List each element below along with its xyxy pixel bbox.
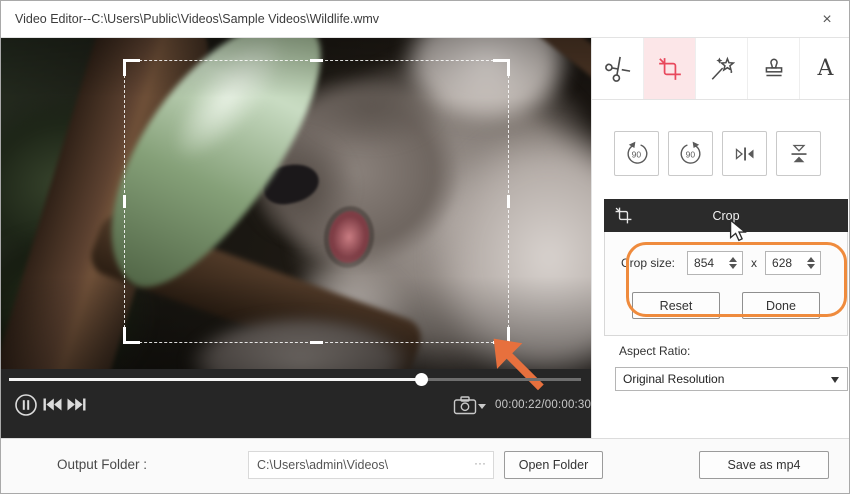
crop-header-icon <box>614 206 633 225</box>
spinner-down-icon[interactable] <box>807 264 815 269</box>
crop-size-row: Crop size: x <box>605 251 847 275</box>
seek-bar[interactable] <box>9 378 581 381</box>
crop-height-input[interactable] <box>772 252 806 274</box>
close-button[interactable]: × <box>815 8 839 32</box>
crop-handle-top-right[interactable] <box>493 59 510 76</box>
done-button[interactable]: Done <box>742 292 820 319</box>
stamp-icon <box>761 56 787 82</box>
flip-horizontal-button[interactable] <box>722 131 767 176</box>
snapshot-dropdown-caret-icon[interactable] <box>478 404 486 409</box>
title-bar: Video Editor--C:\Users\Public\Videos\Sam… <box>1 1 849 38</box>
rotate-right-90-icon: 90 <box>677 140 705 168</box>
crop-size-separator: x <box>751 256 757 270</box>
rotate-left-button[interactable]: 90 <box>614 131 659 176</box>
playback-time: 00:00:22/00:00:30 <box>495 399 591 411</box>
aspect-ratio-dropdown[interactable]: Original Resolution <box>615 367 848 391</box>
crop-handle-top[interactable] <box>310 59 323 62</box>
flip-horizontal-icon <box>732 141 758 167</box>
aspect-ratio-label: Aspect Ratio: <box>619 344 690 358</box>
spinner-down-icon[interactable] <box>729 264 737 269</box>
crop-width-spinner[interactable] <box>729 255 738 271</box>
footer-bar: Output Folder : ··· Open Folder Save as … <box>1 438 849 494</box>
flip-vertical-icon <box>786 141 812 167</box>
mouse-cursor-icon <box>728 219 750 243</box>
browse-button[interactable]: ··· <box>474 456 486 470</box>
open-folder-button[interactable]: Open Folder <box>504 451 603 479</box>
tab-text[interactable]: A <box>800 38 850 99</box>
transform-toolbar: 90 90 <box>614 131 821 176</box>
text-icon: A <box>818 56 834 81</box>
svg-text:90: 90 <box>685 149 695 159</box>
crop-height-spinner[interactable] <box>807 255 816 271</box>
player-controls: 00:00:22/00:00:30 <box>1 390 591 430</box>
tool-tabs: A <box>592 38 850 100</box>
crop-handle-left[interactable] <box>123 195 126 208</box>
pause-button[interactable] <box>14 393 38 417</box>
flip-vertical-button[interactable] <box>776 131 821 176</box>
crop-handle-bottom-left[interactable] <box>123 327 140 344</box>
rotate-right-button[interactable]: 90 <box>668 131 713 176</box>
output-folder-field[interactable]: ··· <box>248 451 494 479</box>
crop-section-body: Crop size: x <box>604 232 848 336</box>
video-editor-window: Video Editor--C:\Users\Public\Videos\Sam… <box>0 0 850 494</box>
tab-trim[interactable] <box>592 38 644 99</box>
magic-wand-icon <box>709 56 735 82</box>
crop-section-header: Crop <box>604 199 848 232</box>
crop-height-field[interactable] <box>765 251 821 275</box>
output-folder-label: Output Folder : <box>57 457 147 472</box>
progress-fill <box>9 378 421 381</box>
window-title: Video Editor--C:\Users\Public\Videos\Sam… <box>15 1 379 38</box>
edit-panel: A 90 90 <box>591 38 850 438</box>
crop-section: Crop Crop size: x <box>604 199 848 336</box>
output-folder-input[interactable] <box>257 452 462 478</box>
spinner-up-icon[interactable] <box>807 257 815 262</box>
rotate-left-90-icon: 90 <box>623 140 651 168</box>
save-as-mp4-button[interactable]: Save as mp4 <box>699 451 829 479</box>
crop-handle-right[interactable] <box>507 195 510 208</box>
annotation-arrow-icon <box>489 334 551 396</box>
snapshot-camera-icon[interactable] <box>453 396 477 415</box>
crop-width-input[interactable] <box>694 252 728 274</box>
skip-forward-button[interactable] <box>67 398 86 411</box>
crop-handle-bottom[interactable] <box>310 341 323 344</box>
skip-back-button[interactable] <box>43 398 62 411</box>
crop-section-title: Crop <box>604 209 848 223</box>
tab-watermark[interactable] <box>748 38 800 99</box>
crop-width-field[interactable] <box>687 251 743 275</box>
progress-knob[interactable] <box>415 373 428 386</box>
dropdown-caret-icon <box>831 377 839 383</box>
tab-crop[interactable] <box>644 38 696 99</box>
crop-selection-box[interactable] <box>124 60 509 343</box>
crop-size-label: Crop size: <box>621 256 675 270</box>
aspect-ratio-value: Original Resolution <box>623 372 724 386</box>
svg-text:90: 90 <box>631 149 641 159</box>
reset-button[interactable]: Reset <box>632 292 720 319</box>
video-stage: 00:00:22/00:00:30 <box>1 38 591 438</box>
crop-buttons-row: Reset Done <box>605 292 847 319</box>
crop-icon <box>657 56 683 82</box>
spinner-up-icon[interactable] <box>729 257 737 262</box>
scissors-icon <box>599 50 635 86</box>
crop-handle-top-left[interactable] <box>123 59 140 76</box>
tab-effects[interactable] <box>696 38 748 99</box>
